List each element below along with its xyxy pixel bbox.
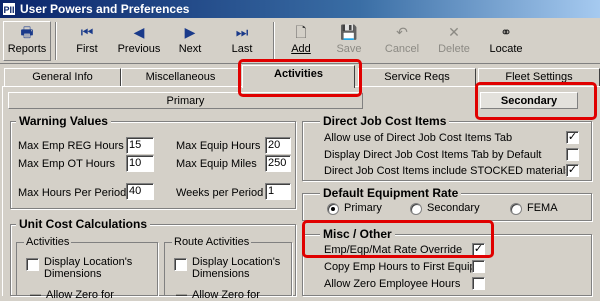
- misc-other-title: Misc / Other: [320, 227, 395, 241]
- misc-item-2-checkbox[interactable]: [472, 260, 485, 273]
- equip-rate-primary-radio[interactable]: [327, 203, 339, 215]
- previous-record-icon: ◀: [133, 24, 145, 40]
- window-title: User Powers and Preferences: [20, 2, 190, 16]
- delete-label: Delete: [438, 43, 470, 55]
- display-location-label: Display Location's Dimensions: [44, 256, 133, 280]
- direct-job-item-1-label: Allow use of Direct Job Cost Items Tab: [324, 132, 513, 144]
- direct-job-item-3-label: Direct Job Cost Items include STOCKED ma…: [324, 165, 571, 177]
- direct-job-title: Direct Job Cost Items: [320, 114, 450, 128]
- max-emp-reg-input[interactable]: 15: [126, 137, 154, 154]
- equip-rate-secondary-label: Secondary: [427, 202, 480, 214]
- toolbar-separator: [55, 22, 57, 60]
- weeks-period-input[interactable]: 1: [265, 183, 291, 200]
- equip-rate-title: Default Equipment Rate: [320, 186, 462, 200]
- display-location-checkbox[interactable]: [26, 258, 39, 271]
- misc-item-2-label: Copy Emp Hours to First Equip: [324, 261, 476, 273]
- max-hours-period-input[interactable]: 40: [126, 183, 154, 200]
- max-equip-hours-label: Max Equip Hours: [176, 140, 261, 152]
- weeks-period-label: Weeks per Period: [176, 187, 264, 199]
- last-record-icon: ⏭: [235, 24, 249, 40]
- cancel-button[interactable]: ↶ Cancel: [378, 21, 426, 61]
- max-hours-period-label: Max Hours Per Period: [18, 187, 127, 199]
- undo-icon: ↶: [396, 24, 408, 40]
- app-icon: PII: [2, 2, 16, 16]
- equip-rate-primary-label: Primary: [344, 202, 382, 214]
- max-equip-miles-label: Max Equip Miles: [176, 158, 257, 170]
- save-disk-icon: 💾: [340, 24, 358, 40]
- misc-item-1-checkbox[interactable]: ✓: [472, 243, 485, 256]
- toolbar: 🖶 Reports ⏮ First ◀ Previous ▶ Next ⏭ La…: [0, 18, 600, 64]
- direct-job-item-2-label: Display Direct Job Cost Items Tab by Def…: [324, 149, 542, 161]
- unit-cost-title: Unit Cost Calculations: [16, 217, 151, 231]
- reports-button[interactable]: 🖶 Reports: [3, 21, 51, 61]
- save-button[interactable]: 💾 Save: [326, 21, 372, 61]
- tab-activities[interactable]: Activities: [242, 65, 355, 88]
- locate-button[interactable]: ⚭ Locate: [484, 21, 528, 61]
- route-display-location-label: Display Location's Dimensions: [192, 256, 281, 280]
- route-activities-subgroup-title: Route Activities: [172, 236, 252, 248]
- activities-subgroup-title: Activities: [24, 236, 72, 248]
- max-equip-hours-input[interactable]: 20: [265, 137, 291, 154]
- locate-label: Locate: [489, 43, 523, 55]
- misc-item-3-checkbox[interactable]: [472, 277, 485, 290]
- tab-fleet-settings[interactable]: Fleet Settings: [478, 68, 600, 88]
- next-record-icon: ▶: [184, 24, 196, 40]
- cancel-label: Cancel: [384, 43, 420, 55]
- warning-values-title: Warning Values: [16, 114, 111, 128]
- route-display-location-checkbox[interactable]: [174, 258, 187, 271]
- direct-job-item-2-checkbox[interactable]: [566, 148, 579, 161]
- main-tabs: General Info Miscellaneous Activities Se…: [0, 64, 600, 88]
- reports-label: Reports: [7, 43, 47, 55]
- new-document-icon: 🗋: [295, 24, 307, 40]
- add-button[interactable]: 🗋 Add: [280, 21, 322, 61]
- printer-icon: 🖶: [20, 24, 34, 40]
- direct-job-item-3-checkbox[interactable]: ✓: [566, 164, 579, 177]
- misc-item-3-label: Allow Zero Employee Hours: [324, 278, 461, 290]
- first-record-icon: ⏮: [80, 24, 94, 40]
- previous-label: Previous: [117, 43, 161, 55]
- previous-button[interactable]: ◀ Previous: [115, 21, 163, 61]
- binoculars-icon: ⚭: [500, 24, 512, 40]
- delete-button[interactable]: ✕ Delete: [430, 21, 478, 61]
- direct-job-item-1-checkbox[interactable]: ✓: [566, 131, 579, 144]
- title-bar: PII User Powers and Preferences: [0, 0, 600, 18]
- add-label: Add: [291, 43, 311, 55]
- subtab-secondary[interactable]: Secondary: [480, 92, 578, 109]
- subtab-primary[interactable]: Primary: [8, 92, 363, 109]
- last-label: Last: [231, 43, 253, 55]
- delete-x-icon: ✕: [448, 24, 460, 40]
- tab-general-info[interactable]: General Info: [4, 68, 121, 88]
- max-emp-reg-label: Max Emp REG Hours: [18, 140, 124, 152]
- toolbar-separator: [273, 22, 275, 60]
- max-equip-miles-input[interactable]: 250: [265, 155, 291, 172]
- save-label: Save: [336, 43, 362, 55]
- allow-zero-label: Allow Zero for: [46, 289, 114, 301]
- next-button[interactable]: ▶ Next: [166, 21, 214, 61]
- equip-rate-fema-label: FEMA: [527, 202, 558, 214]
- tab-miscellaneous[interactable]: Miscellaneous: [121, 68, 240, 88]
- route-allow-zero-dash: —: [176, 289, 187, 301]
- allow-zero-dash: —: [30, 289, 41, 301]
- tab-service-reqs[interactable]: Service Reqs: [358, 68, 476, 88]
- max-emp-ot-label: Max Emp OT Hours: [18, 158, 115, 170]
- next-label: Next: [178, 43, 202, 55]
- first-label: First: [76, 43, 98, 55]
- max-emp-ot-input[interactable]: 10: [126, 155, 154, 172]
- equip-rate-fema-radio[interactable]: [510, 203, 522, 215]
- last-button[interactable]: ⏭ Last: [218, 21, 266, 61]
- route-allow-zero-label: Allow Zero for: [192, 289, 260, 301]
- misc-item-1-label: Emp/Eqp/Mat Rate Override: [324, 244, 463, 256]
- equip-rate-secondary-radio[interactable]: [410, 203, 422, 215]
- first-button[interactable]: ⏮ First: [62, 21, 112, 61]
